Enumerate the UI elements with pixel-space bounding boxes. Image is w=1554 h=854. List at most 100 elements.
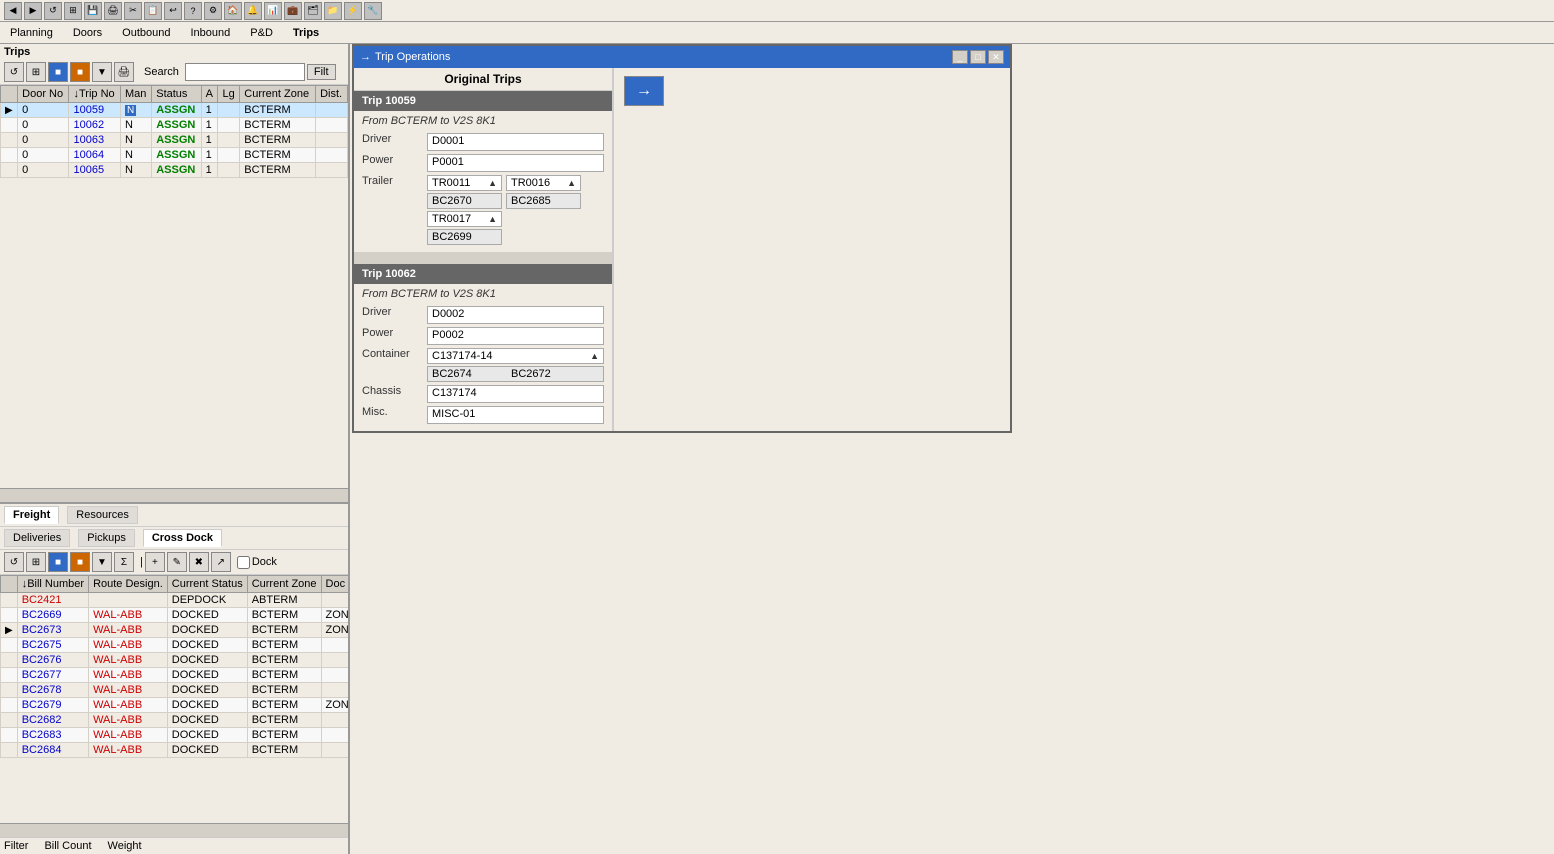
row-trip[interactable]: 10065 [69,163,121,178]
col-door[interactable]: Door No [18,86,69,103]
row-trip[interactable]: 10064 [69,148,121,163]
trailer-tr0016-expand[interactable]: ▲ [567,178,576,188]
toolbar-notify[interactable]: 🔔 [244,2,262,20]
trips-refresh-icon[interactable]: ↺ [4,62,24,82]
trips-search-input[interactable] [185,63,305,81]
arrow-button[interactable]: → [624,76,664,106]
freight-col-bill[interactable]: ↓Bill Number [17,576,88,593]
freight-row-bill[interactable]: BC2675 [17,638,88,653]
trip-row[interactable]: 0 10065 N ASSGN 1 BCTERM [1,163,348,178]
subtab-crossdock[interactable]: Cross Dock [143,529,222,547]
freight-row[interactable]: BC2678 WAL-ABB DOCKED BCTERM [1,683,349,698]
tab-resources[interactable]: Resources [67,506,138,524]
menu-trips[interactable]: Trips [287,25,325,41]
filter-button[interactable]: Filt [307,64,336,80]
menu-pand[interactable]: P&D [244,25,279,41]
freight-row[interactable]: BC2679 WAL-ABB DOCKED BCTERM ZON [1,698,349,713]
freight-row-bill[interactable]: BC2679 [17,698,88,713]
row-trip[interactable]: 10059 [69,103,121,118]
freight-row[interactable]: BC2683 WAL-ABB DOCKED BCTERM [1,728,349,743]
col-man[interactable]: Man [121,86,152,103]
freight-filter-icon[interactable]: ▼ [92,552,112,572]
toolbar-briefcase[interactable]: 💼 [284,2,302,20]
toolbar-home[interactable]: 🏠 [224,2,242,20]
freight-add-icon[interactable]: + [145,552,165,572]
trips-grid-icon[interactable]: ⊞ [26,62,46,82]
freight-row[interactable]: BC2677 WAL-ABB DOCKED BCTERM [1,668,349,683]
trips-hscroll[interactable] [0,488,348,502]
freight-row-bill[interactable]: BC2421 [17,593,88,608]
freight-row[interactable]: BC2684 WAL-ABB DOCKED BCTERM [1,743,349,758]
trip-row[interactable]: 0 10062 N ASSGN 1 BCTERM [1,118,348,133]
toolbar-help[interactable]: ? [184,2,202,20]
freight-row[interactable]: ▶ BC2673 WAL-ABB DOCKED BCTERM ZON [1,623,349,638]
trips-print-icon[interactable]: 🖨 [114,62,134,82]
trips-orange-icon[interactable]: ■ [70,62,90,82]
freight-sum-icon[interactable]: Σ [114,552,134,572]
menu-outbound[interactable]: Outbound [116,25,176,41]
toolbar-cut[interactable]: ✂ [124,2,142,20]
trips-table-container[interactable]: Door No ↓Trip No Man Status A Lg Current… [0,85,348,488]
toolbar-back[interactable]: ◀ [4,2,22,20]
trip-row[interactable]: 0 10064 N ASSGN 1 BCTERM [1,148,348,163]
freight-blue-icon[interactable]: ■ [48,552,68,572]
toolbar-wrench[interactable]: 🔧 [364,2,382,20]
toolbar-settings[interactable]: ⚙ [204,2,222,20]
freight-row[interactable]: BC2676 WAL-ABB DOCKED BCTERM [1,653,349,668]
freight-row-bill[interactable]: BC2673 [17,623,88,638]
freight-grid-icon[interactable]: ⊞ [26,552,46,572]
freight-col-doc[interactable]: Doc [321,576,348,593]
toolbar-chart[interactable]: 📊 [264,2,282,20]
toolbar-bolt[interactable]: ⚡ [344,2,362,20]
freight-row-bill[interactable]: BC2678 [17,683,88,698]
freight-row-bill[interactable]: BC2683 [17,728,88,743]
freight-row[interactable]: BC2682 WAL-ABB DOCKED BCTERM [1,713,349,728]
trip-row[interactable]: ▶ 0 10059 N ASSGN 1 BCTERM [1,103,348,118]
menu-doors[interactable]: Doors [67,25,108,41]
freight-row-bill[interactable]: BC2676 [17,653,88,668]
tab-freight[interactable]: Freight [4,506,59,524]
trips-filter-icon[interactable]: ▼ [92,62,112,82]
toolbar-folder2[interactable]: 🗂 [304,2,322,20]
freight-hscroll[interactable] [0,823,348,837]
toolbar-grid[interactable]: ⊞ [64,2,82,20]
toolbar-folder[interactable]: 📁 [324,2,342,20]
container-expand-btn[interactable]: ▲ [590,351,599,361]
freight-row[interactable]: BC2669 WAL-ABB DOCKED BCTERM ZON [1,608,349,623]
col-a[interactable]: A [201,86,218,103]
freight-col-route[interactable]: Route Design. [89,576,168,593]
freight-edit-icon[interactable]: ✎ [167,552,187,572]
freight-orange-icon[interactable]: ■ [70,552,90,572]
toolbar-undo[interactable]: ↩ [164,2,182,20]
subtab-deliveries[interactable]: Deliveries [4,529,70,547]
toolbar-save[interactable]: 💾 [84,2,102,20]
freight-row-bill[interactable]: BC2677 [17,668,88,683]
row-trip[interactable]: 10062 [69,118,121,133]
col-trip[interactable]: ↓Trip No [69,86,121,103]
trips-blue-icon[interactable]: ■ [48,62,68,82]
freight-row-bill[interactable]: BC2682 [17,713,88,728]
toolbar-print[interactable]: 🖨 [104,2,122,20]
menu-planning[interactable]: Planning [4,25,59,41]
freight-col-status[interactable]: Current Status [167,576,247,593]
freight-refresh-icon[interactable]: ↺ [4,552,24,572]
col-dist[interactable]: Dist. [316,86,348,103]
win-close-btn[interactable]: ✕ [988,50,1004,64]
freight-del-icon[interactable]: ✖ [189,552,209,572]
freight-row[interactable]: BC2675 WAL-ABB DOCKED BCTERM [1,638,349,653]
trailer-tr0011-expand[interactable]: ▲ [488,178,497,188]
freight-row-bill[interactable]: BC2669 [17,608,88,623]
trip-row[interactable]: 0 10063 N ASSGN 1 BCTERM [1,133,348,148]
win-minimize-btn[interactable]: _ [952,50,968,64]
freight-col-zone[interactable]: Current Zone [247,576,321,593]
freight-row[interactable]: BC2421 DEPDOCK ABTERM [1,593,349,608]
freight-move-icon[interactable]: ↗ [211,552,231,572]
col-status[interactable]: Status [152,86,201,103]
toolbar-refresh[interactable]: ↺ [44,2,62,20]
freight-table-container[interactable]: ↓Bill Number Route Design. Current Statu… [0,575,348,823]
dock-checkbox[interactable] [237,556,250,569]
win-maximize-btn[interactable]: □ [970,50,986,64]
menu-inbound[interactable]: Inbound [185,25,237,41]
subtab-pickups[interactable]: Pickups [78,529,135,547]
row-trip[interactable]: 10063 [69,133,121,148]
